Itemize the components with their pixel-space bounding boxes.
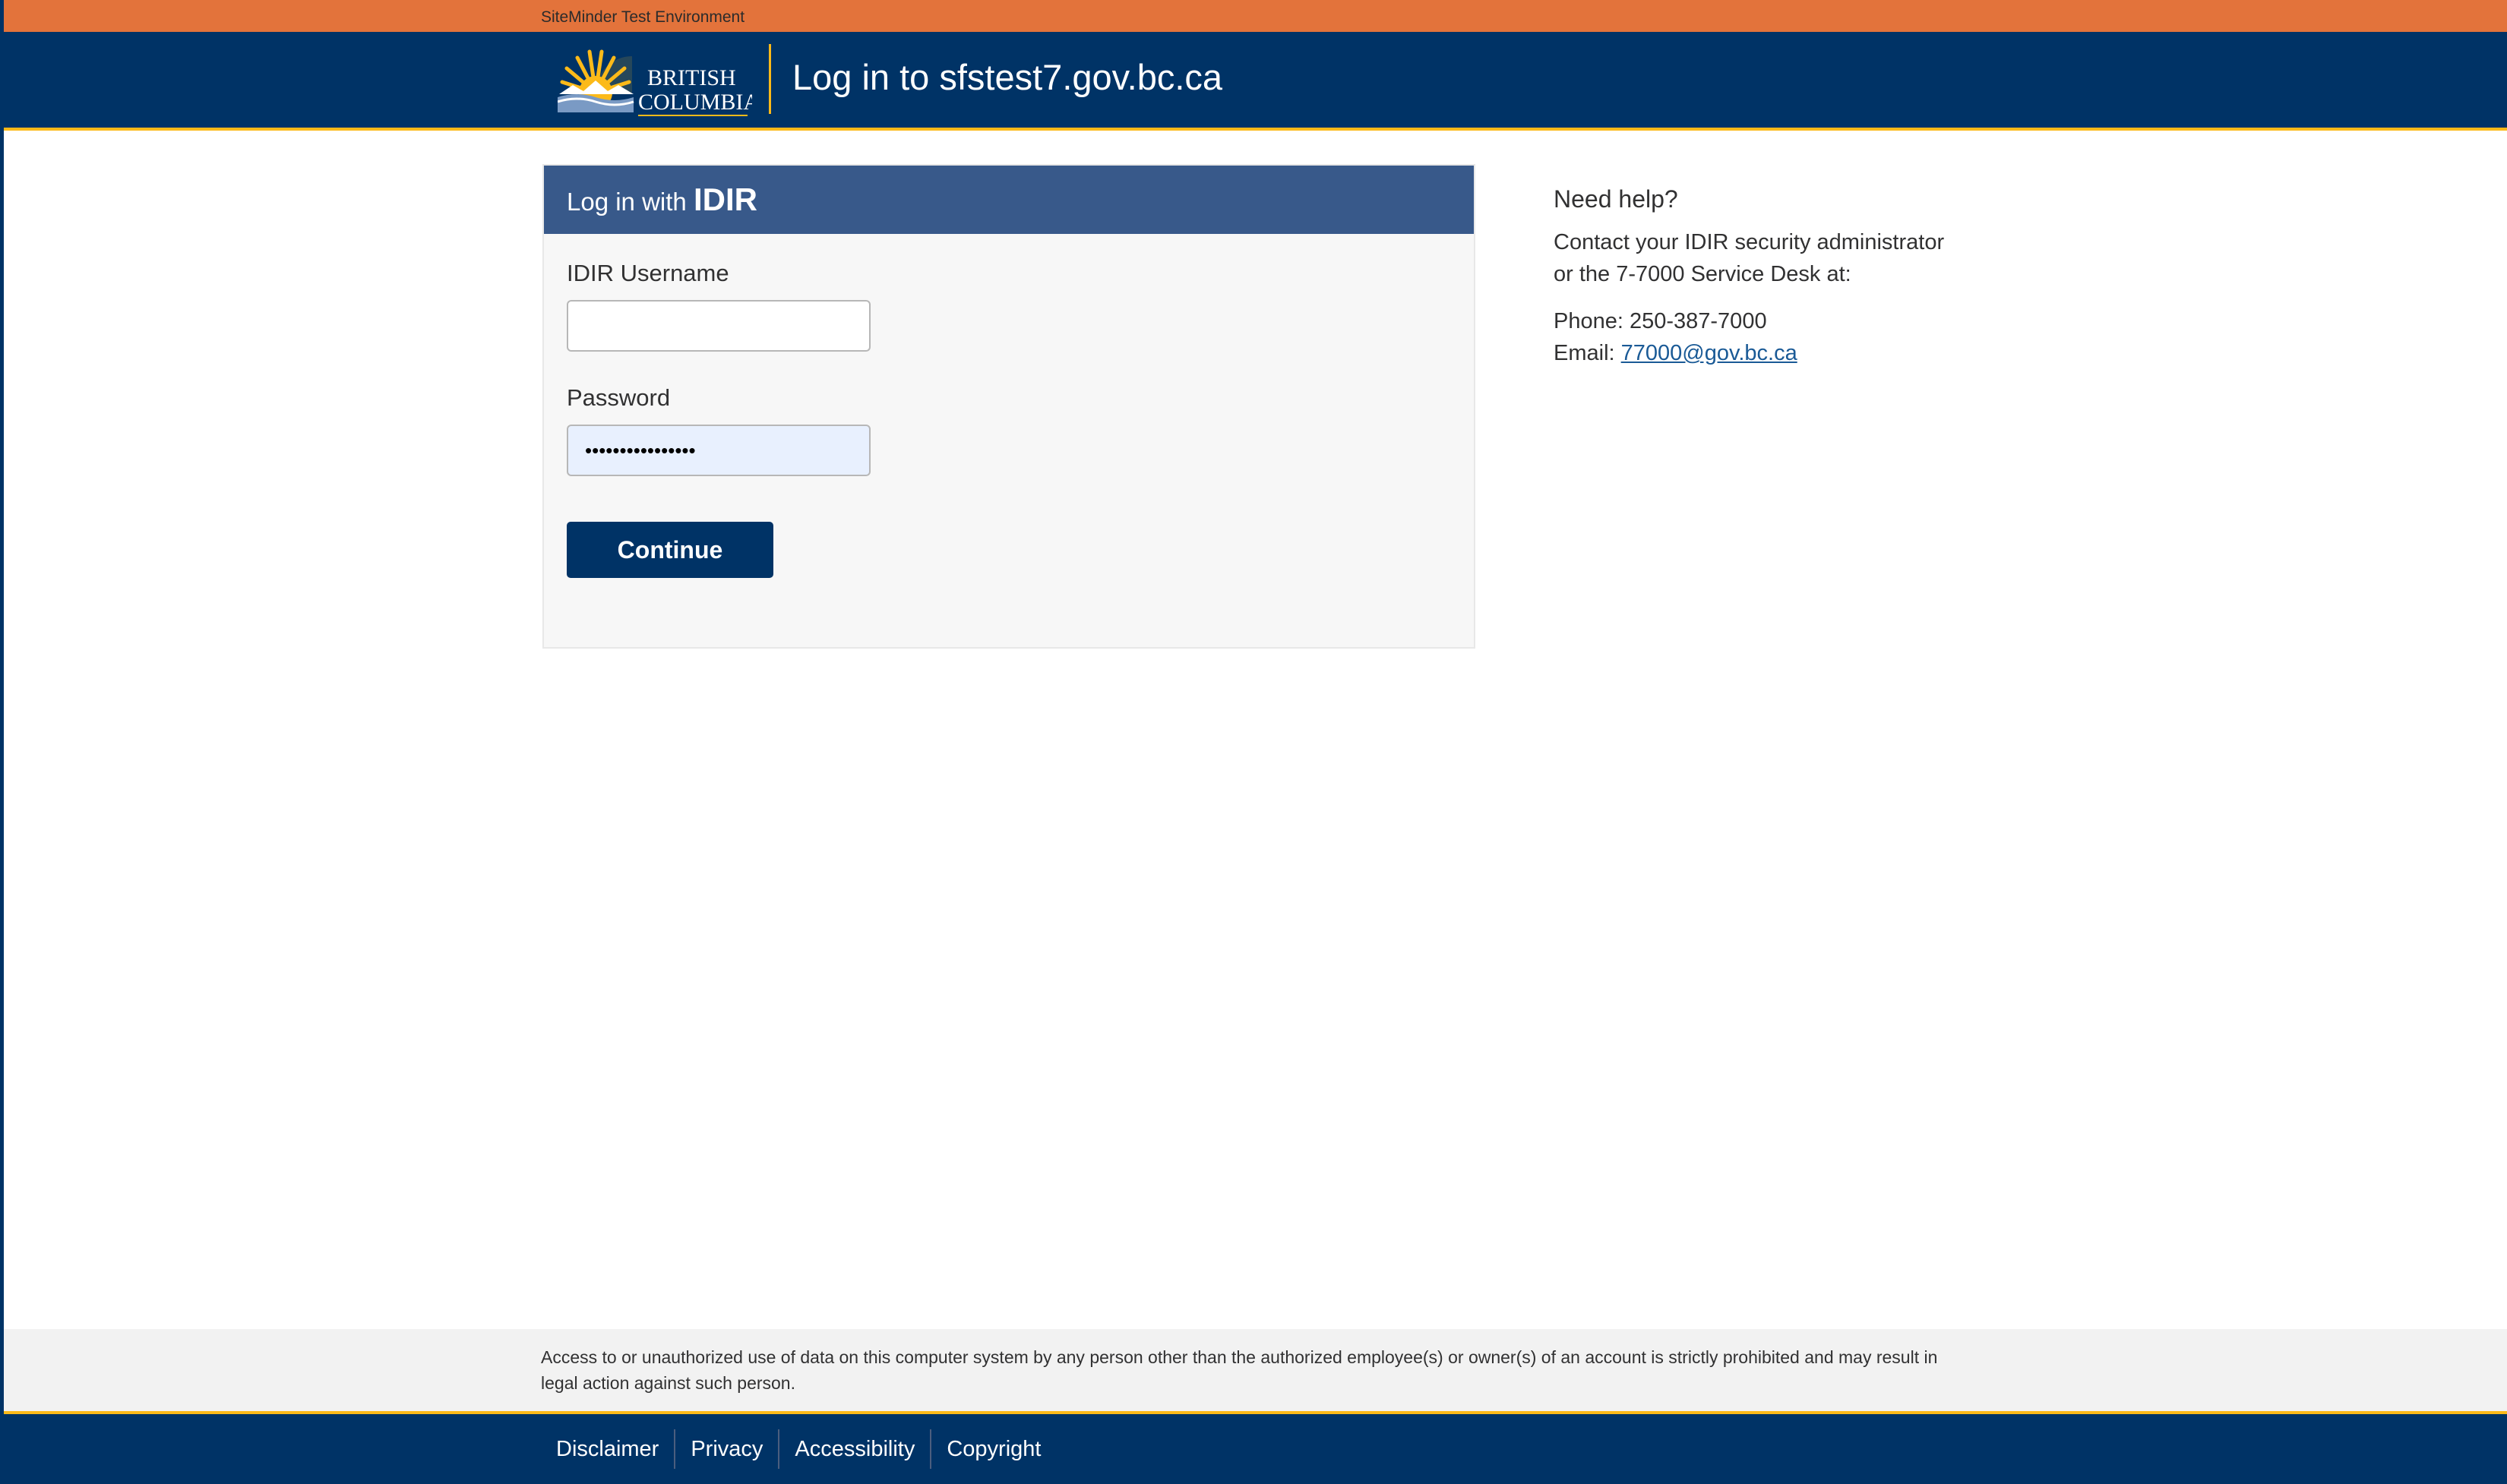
help-title: Need help? <box>1554 185 1678 213</box>
username-label: IDIR Username <box>567 260 729 286</box>
header-divider <box>769 44 771 114</box>
help-phone: Phone: 250-387-7000 <box>1554 309 1767 333</box>
bc-government-logo[interactable]: BRITISH COLUMBIA <box>558 49 752 122</box>
site-footer: Disclaimer Privacy Accessibility Copyrig… <box>0 1411 2507 1484</box>
environment-label: SiteMinder Test Environment <box>541 8 745 26</box>
footer-link-accessibility[interactable]: Accessibility <box>778 1429 930 1469</box>
window-left-edge <box>0 0 4 1484</box>
footer-link-privacy[interactable]: Privacy <box>674 1429 778 1469</box>
logo-line1: BRITISH <box>647 65 736 90</box>
continue-button[interactable]: Continue <box>567 522 773 578</box>
idir-brand: IDIR <box>693 182 757 217</box>
environment-banner: SiteMinder Test Environment <box>0 0 2507 32</box>
password-label: Password <box>567 384 671 411</box>
help-email-row: Email: 77000@gov.bc.ca <box>1554 337 1797 369</box>
logo-line2: COLUMBIA <box>638 90 752 115</box>
footer-link-copyright[interactable]: Copyright <box>930 1429 1056 1469</box>
help-line-2: or the 7-7000 Service Desk at: <box>1554 262 1851 286</box>
site-header: BRITISH COLUMBIA Log in to sfstest7.gov.… <box>0 32 2507 131</box>
legal-notice-text: Access to or unauthorized use of data on… <box>541 1347 1938 1393</box>
login-panel-title: Log in with IDIR <box>567 181 757 221</box>
page-title: Log in to sfstest7.gov.bc.ca <box>792 57 1223 97</box>
footer-link-disclaimer[interactable]: Disclaimer <box>541 1429 674 1469</box>
help-email-link[interactable]: 77000@gov.bc.ca <box>1621 341 1797 365</box>
login-panel-header: Log in with IDIR <box>544 166 1474 234</box>
login-header-prefix: Log in with <box>567 188 687 216</box>
help-email-label: Email: <box>1554 341 1615 365</box>
password-input[interactable] <box>567 425 871 476</box>
footer-nav: Disclaimer Privacy Accessibility Copyrig… <box>541 1429 1056 1469</box>
help-line-1: Contact your IDIR security administrator <box>1554 230 1945 254</box>
legal-notice: Access to or unauthorized use of data on… <box>0 1329 2507 1411</box>
login-panel: Log in with IDIR IDIR Username Password … <box>542 164 1475 649</box>
username-input[interactable] <box>567 300 871 352</box>
